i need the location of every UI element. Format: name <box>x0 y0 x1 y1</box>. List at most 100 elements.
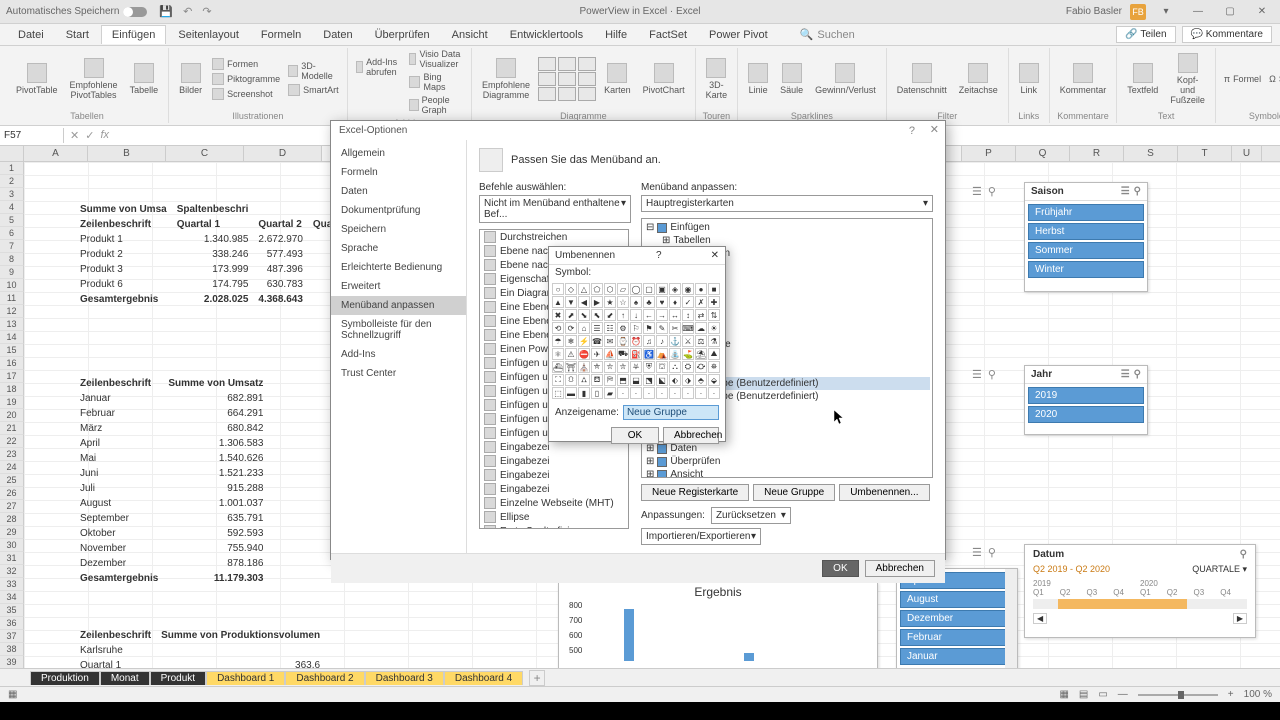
symbol-item[interactable]: ○ <box>552 283 564 295</box>
tree-item[interactable]: ⊞Ansicht <box>644 468 930 478</box>
options-nav-item[interactable]: Add-Ins <box>331 345 466 364</box>
get-addins-button[interactable]: Add-Ins abrufen <box>354 56 404 78</box>
symbol-item[interactable]: ⏰ <box>630 335 642 347</box>
symbol-item[interactable]: ⟳ <box>565 322 577 334</box>
symbol-item[interactable]: ▢ <box>643 283 655 295</box>
link-button[interactable]: Link <box>1015 61 1043 97</box>
symbol-item[interactable]: ⬉ <box>591 309 603 321</box>
symbol-item[interactable]: ⬙ <box>708 374 720 386</box>
symbol-item[interactable]: ⛳ <box>682 348 694 360</box>
symbol-item[interactable]: ▬ <box>565 387 577 399</box>
tab-factset[interactable]: FactSet <box>639 26 697 44</box>
undo-icon[interactable]: ↶ <box>183 5 192 18</box>
maximize-icon[interactable]: ▢ <box>1218 2 1242 22</box>
symbol-item[interactable]: ☀ <box>708 322 720 334</box>
symbol-item[interactable]: · <box>682 387 694 399</box>
symbol-item[interactable]: ▱ <box>617 283 629 295</box>
visio-button[interactable]: Visio Data Visualizer <box>407 48 465 70</box>
symbol-item[interactable]: ▰ <box>604 387 616 399</box>
options-nav-item[interactable]: Trust Center <box>331 364 466 383</box>
dialog-close-icon[interactable]: ✕ <box>930 123 939 136</box>
rename-cancel-button[interactable]: Abbrechen <box>663 427 719 444</box>
multiselect-icon[interactable]: ☰ <box>972 546 982 559</box>
symbol-item[interactable]: ♣ <box>643 296 655 308</box>
redo-icon[interactable]: ↷ <box>202 5 211 18</box>
view-pagebreak-icon[interactable]: ▭ <box>1098 689 1107 700</box>
clearfilter-icon[interactable]: ⚲ <box>1134 369 1141 380</box>
symbol-item[interactable]: · <box>708 387 720 399</box>
sheet-tab[interactable]: Dashboard 3 <box>365 671 444 685</box>
symbol-item[interactable]: ⬔ <box>643 374 655 386</box>
symbol-item[interactable]: ⛫ <box>656 361 668 373</box>
symbol-item[interactable]: ↕ <box>682 309 694 321</box>
symbol-item[interactable]: ☷ <box>604 322 616 334</box>
tab-entwicklertools[interactable]: Entwicklertools <box>500 26 593 44</box>
new-tab-button[interactable]: Neue Registerkarte <box>641 484 749 501</box>
symbol-item[interactable]: ✂ <box>669 322 681 334</box>
symbol-item[interactable]: ▯ <box>591 387 603 399</box>
symbol-item[interactable]: · <box>630 387 642 399</box>
symbol-item[interactable]: ☂ <box>552 335 564 347</box>
rename-close-icon[interactable]: ✕ <box>711 250 719 261</box>
rename-help-icon[interactable]: ? <box>656 250 662 261</box>
command-item[interactable]: Einzelne Webseite (MHT) <box>480 496 628 510</box>
symbol-item[interactable]: ⛦ <box>617 361 629 373</box>
shapes-button[interactable]: Formen <box>210 57 282 71</box>
slicer-item[interactable]: August <box>900 591 1014 608</box>
symbol-item[interactable]: ◯ <box>630 283 642 295</box>
symbol-item[interactable]: ⛱ <box>695 348 707 360</box>
multiselect-icon[interactable]: ☰ <box>1121 186 1130 197</box>
symbol-item[interactable]: ⌨ <box>682 322 694 334</box>
options-ok-button[interactable]: OK <box>822 560 858 577</box>
command-item[interactable]: Eingabezei <box>480 454 628 468</box>
zoom-out-icon[interactable]: — <box>1118 689 1128 700</box>
slicer-item[interactable]: Januar <box>900 648 1014 665</box>
fx-icon[interactable]: fx <box>100 129 109 142</box>
options-nav-item[interactable]: Sprache <box>331 239 466 258</box>
symbol-item[interactable]: · <box>656 387 668 399</box>
timeline-datum[interactable]: Datum ⚲ Q2 2019 - Q2 2020 QUARTALE ▾ 201… <box>1024 544 1256 638</box>
symbol-item[interactable]: ⛬ <box>669 361 681 373</box>
symbol-item[interactable]: ☆ <box>617 296 629 308</box>
slicer-item[interactable]: Winter <box>1028 261 1144 278</box>
symbol-item[interactable]: ♠ <box>630 296 642 308</box>
tree-item[interactable]: ⊞Überprüfen <box>644 455 930 468</box>
symbol-item[interactable]: ⛮ <box>695 361 707 373</box>
equation-button[interactable]: πFormel <box>1222 73 1263 85</box>
symbol-item[interactable]: ⬠ <box>591 283 603 295</box>
symbol-item[interactable]: ⛭ <box>682 361 694 373</box>
slicer-item[interactable]: Februar <box>900 629 1014 646</box>
sparkline-winloss-button[interactable]: Gewinn/Verlust <box>811 61 880 97</box>
select-all-cell[interactable] <box>0 146 24 161</box>
peoplegraph-button[interactable]: People Graph <box>407 94 465 116</box>
symbol-item[interactable]: ⚓ <box>669 335 681 347</box>
maps-button[interactable]: Karten <box>600 61 635 97</box>
chart-type-icon[interactable] <box>538 57 556 71</box>
rename-ok-button[interactable]: OK <box>611 427 659 444</box>
clearfilter-icon[interactable]: ⚲ <box>988 546 996 559</box>
symbol-item[interactable]: ◈ <box>669 283 681 295</box>
symbol-item[interactable]: ⇄ <box>695 309 707 321</box>
bingmaps-button[interactable]: Bing Maps <box>407 71 465 93</box>
symbol-item[interactable]: ⚖ <box>695 335 707 347</box>
view-normal-icon[interactable]: ▦ <box>1059 689 1068 700</box>
smartart-button[interactable]: SmartArt <box>286 83 341 97</box>
symbol-item[interactable]: ⬡ <box>604 283 616 295</box>
symbol-item[interactable]: ⛽ <box>630 348 642 360</box>
new-group-button[interactable]: Neue Gruppe <box>753 484 835 501</box>
tab-powerpivot[interactable]: Power Pivot <box>699 26 778 44</box>
add-sheet-button[interactable]: + <box>529 670 545 686</box>
symbol-item[interactable]: ✓ <box>682 296 694 308</box>
sheet-tab[interactable]: Dashboard 1 <box>206 671 285 685</box>
symbol-item[interactable]: ⛪ <box>578 361 590 373</box>
minimize-icon[interactable]: — <box>1186 2 1210 22</box>
symbol-item[interactable]: ♥ <box>656 296 668 308</box>
options-nav-item[interactable]: Speichern <box>331 220 466 239</box>
clearfilter-icon[interactable]: ⚲ <box>988 185 996 198</box>
symbol-item[interactable]: ← <box>643 309 655 321</box>
ribbon-options-icon[interactable]: ▾ <box>1154 2 1178 22</box>
3dmap-button[interactable]: 3D-Karte <box>702 56 732 102</box>
timeline-scroll-right[interactable]: ▶ <box>1233 613 1247 624</box>
sheet-tab[interactable]: Dashboard 2 <box>285 671 364 685</box>
symbol-item[interactable]: ⛲ <box>669 348 681 360</box>
